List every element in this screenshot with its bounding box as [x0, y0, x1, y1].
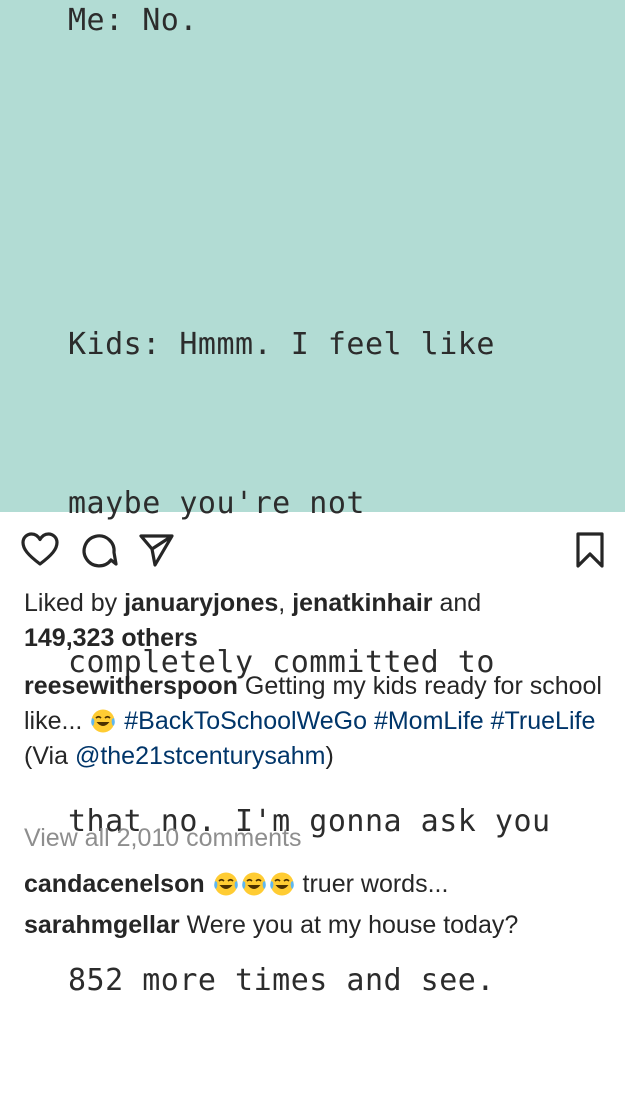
liker-username[interactable]: jenatkinhair [292, 589, 432, 617]
mention-link[interactable]: @the21stcenturysahm [75, 742, 326, 770]
meme-line: Kids: Hmmm. I feel like [68, 327, 495, 362]
comment-text: Were you at my house today? [179, 911, 519, 939]
post-image[interactable]: Me: No. Kids: Hmmm. I feel like maybe yo… [0, 0, 625, 998]
tears-of-joy-emoji [213, 871, 239, 897]
caption-username[interactable]: reesewitherspoon [24, 672, 238, 700]
likes-separator: , [278, 589, 293, 617]
comment: candacenelson truer words... [24, 867, 614, 902]
comment: sarahmgellar Were you at my house today? [24, 908, 624, 943]
meme-top-text: Me: No. [68, 3, 198, 38]
comment-username[interactable]: candacenelson [24, 870, 205, 898]
comment-text: truer words... [295, 870, 449, 898]
heart-icon[interactable] [20, 530, 60, 570]
comment-username[interactable]: sarahmgellar [24, 911, 180, 939]
liker-username[interactable]: januaryjones [124, 589, 278, 617]
likes-count[interactable]: 149,323 others [24, 624, 198, 652]
meme-body-text: Kids: Hmmm. I feel like maybe you're not… [68, 212, 551, 1113]
post-caption: reesewitherspoon Getting my kids ready f… [24, 669, 604, 774]
bookmark-icon[interactable] [570, 530, 610, 570]
likes-summary: Liked by januaryjones, jenatkinhair and 1… [24, 586, 604, 656]
meme-line: 852 more times and see. [68, 963, 495, 998]
action-bar [0, 522, 625, 576]
caption-via: (Via [24, 742, 75, 770]
comment-icon[interactable] [80, 530, 120, 570]
tears-of-joy-emoji [241, 871, 267, 897]
share-icon[interactable] [136, 530, 176, 570]
tears-of-joy-emoji [269, 871, 295, 897]
hashtag-link[interactable]: #BackToSchoolWeGo [124, 707, 367, 735]
tears-of-joy-emoji [90, 708, 116, 734]
likes-prefix: Liked by [24, 589, 125, 617]
view-all-comments-link[interactable]: View all 2,010 comments [24, 821, 301, 856]
hashtag-link[interactable]: #TrueLife [491, 707, 596, 735]
likes-and: and [432, 589, 482, 617]
hashtag-link[interactable]: #MomLife [374, 707, 484, 735]
caption-close: ) [325, 742, 334, 770]
